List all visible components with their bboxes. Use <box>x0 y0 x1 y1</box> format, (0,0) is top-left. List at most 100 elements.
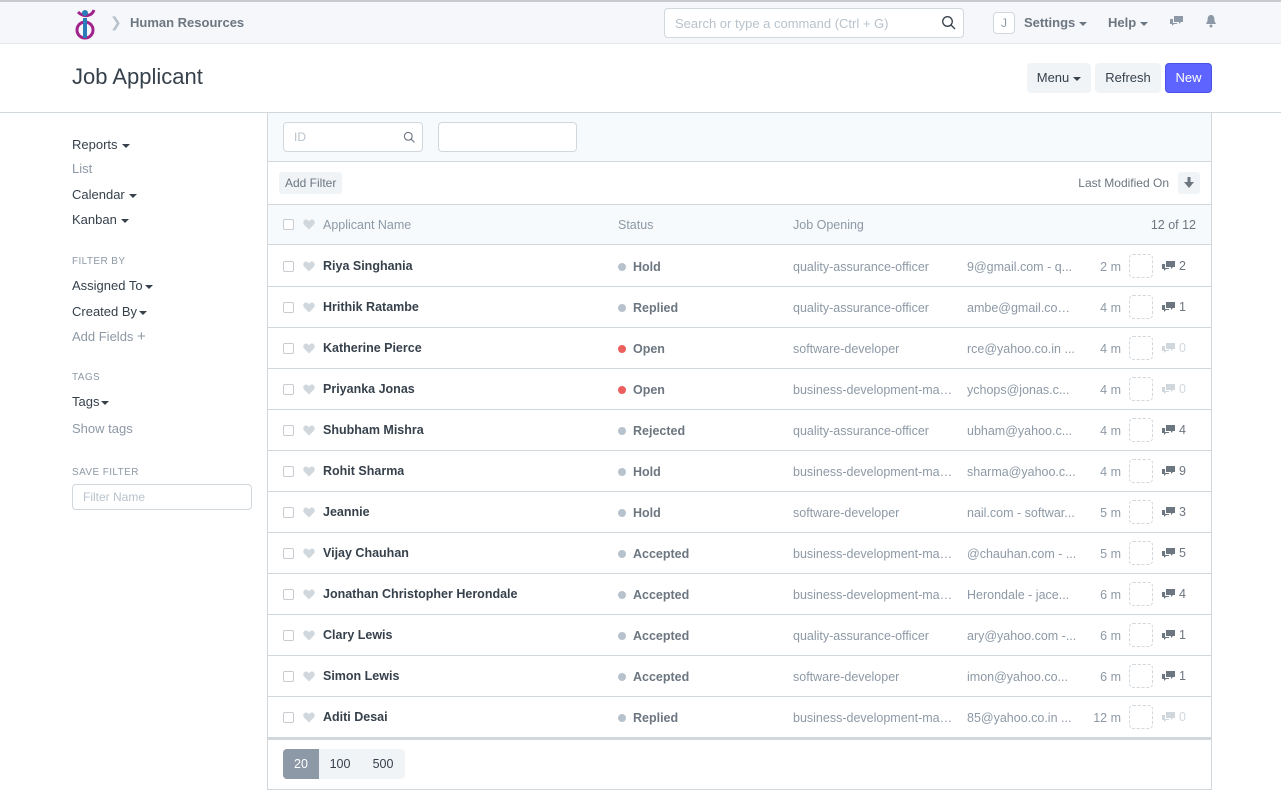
assign-avatar-placeholder[interactable] <box>1129 664 1153 688</box>
status-indicator[interactable]: Accepted <box>618 588 689 602</box>
status-indicator[interactable]: Replied <box>618 301 678 315</box>
status-indicator[interactable]: Hold <box>618 506 661 520</box>
list-row[interactable]: Priyanka Jonas Open business-development-m… <box>268 369 1211 410</box>
comment-count[interactable]: 3 <box>1161 505 1186 519</box>
list-row[interactable]: Jeannie Hold software-developer nail.com - … <box>268 492 1211 533</box>
applicant-name-link[interactable]: Shubham Mishra <box>323 423 424 437</box>
job-opening-link[interactable]: software-developer <box>793 670 955 684</box>
tags-dropdown[interactable]: Tags <box>72 394 110 409</box>
comment-count[interactable]: 4 <box>1161 587 1186 601</box>
sidebar-item-kanban[interactable]: Kanban <box>72 212 129 227</box>
refresh-button[interactable]: Refresh <box>1095 63 1161 93</box>
applicant-name-link[interactable]: Simon Lewis <box>323 669 399 683</box>
sort-order-button[interactable] <box>1178 172 1200 194</box>
created-by-filter[interactable]: Created By <box>72 304 148 319</box>
row-checkbox[interactable] <box>283 343 294 354</box>
comment-count[interactable]: 5 <box>1161 546 1186 560</box>
sidebar-item-list[interactable]: List <box>72 161 92 176</box>
list-row[interactable]: Aditi Desai Replied business-development-m… <box>268 697 1211 738</box>
applicant-name-link[interactable]: Aditi Desai <box>323 710 388 724</box>
row-checkbox[interactable] <box>283 425 294 436</box>
row-checkbox[interactable] <box>283 712 294 723</box>
assign-avatar-placeholder[interactable] <box>1129 377 1153 401</box>
heart-icon[interactable] <box>303 261 315 272</box>
settings-dropdown[interactable]: Settings <box>1024 15 1088 30</box>
list-row[interactable]: Hrithik Ratambe Replied quality-assurance-… <box>268 287 1211 328</box>
status-indicator[interactable]: Accepted <box>618 547 689 561</box>
app-logo[interactable] <box>72 6 98 40</box>
job-opening-link[interactable]: quality-assurance-officer <box>793 629 955 643</box>
notification-bell-icon[interactable] <box>1205 14 1217 28</box>
status-indicator[interactable]: Replied <box>618 711 678 725</box>
applicant-name-link[interactable]: Clary Lewis <box>323 628 392 642</box>
comment-count[interactable]: 0 <box>1161 341 1186 355</box>
user-avatar[interactable]: J <box>993 12 1015 34</box>
job-opening-link[interactable]: business-development-ma… <box>793 465 955 479</box>
row-checkbox[interactable] <box>283 302 294 313</box>
add-fields-button[interactable]: Add Fields + <box>72 328 146 345</box>
heart-icon[interactable] <box>303 589 315 600</box>
comment-count[interactable]: 9 <box>1161 464 1186 478</box>
row-checkbox[interactable] <box>283 384 294 395</box>
chat-icon[interactable] <box>1169 14 1184 28</box>
row-checkbox[interactable] <box>283 466 294 477</box>
select-all-checkbox[interactable] <box>283 219 294 230</box>
heart-icon[interactable] <box>303 712 315 723</box>
applicant-name-link[interactable]: Katherine Pierce <box>323 341 422 355</box>
list-row[interactable]: Clary Lewis Accepted quality-assurance-off… <box>268 615 1211 656</box>
job-opening-link[interactable]: quality-assurance-officer <box>793 301 955 315</box>
heart-icon[interactable] <box>303 466 315 477</box>
row-checkbox[interactable] <box>283 507 294 518</box>
list-row[interactable]: Jonathan Christopher Herondale Accepted bu… <box>268 574 1211 615</box>
applicant-name-link[interactable]: Jeannie <box>323 505 370 519</box>
page-length-100[interactable]: 100 <box>319 749 361 779</box>
assign-avatar-placeholder[interactable] <box>1129 500 1153 524</box>
status-indicator[interactable]: Accepted <box>618 670 689 684</box>
list-row[interactable]: Rohit Sharma Hold business-development-ma…… <box>268 451 1211 492</box>
heart-icon[interactable] <box>303 425 315 436</box>
list-row[interactable]: Shubham Mishra Rejected quality-assurance-… <box>268 410 1211 451</box>
applicant-name-link[interactable]: Vijay Chauhan <box>323 546 409 560</box>
heart-icon[interactable] <box>303 630 315 641</box>
row-checkbox[interactable] <box>283 671 294 682</box>
heart-icon[interactable] <box>303 548 315 559</box>
row-checkbox[interactable] <box>283 261 294 272</box>
show-tags-link[interactable]: Show tags <box>72 421 133 436</box>
heart-icon[interactable] <box>303 343 315 354</box>
row-checkbox[interactable] <box>283 630 294 641</box>
job-opening-link[interactable]: software-developer <box>793 506 955 520</box>
assign-avatar-placeholder[interactable] <box>1129 623 1153 647</box>
status-indicator[interactable]: Hold <box>618 465 661 479</box>
list-row[interactable]: Katherine Pierce Open software-developer rc… <box>268 328 1211 369</box>
secondary-filter-input[interactable] <box>439 123 576 151</box>
list-row[interactable]: Riya Singhania Hold quality-assurance-offi… <box>268 246 1211 287</box>
id-filter[interactable] <box>283 122 423 152</box>
assign-avatar-placeholder[interactable] <box>1129 254 1153 278</box>
add-filter-button[interactable]: Add Filter <box>279 172 343 194</box>
status-indicator[interactable]: Hold <box>618 260 661 274</box>
new-button[interactable]: New <box>1165 63 1212 93</box>
help-dropdown[interactable]: Help <box>1108 15 1149 30</box>
assign-avatar-placeholder[interactable] <box>1129 295 1153 319</box>
list-row[interactable]: Simon Lewis Accepted software-developer imo… <box>268 656 1211 697</box>
status-indicator[interactable]: Open <box>618 383 665 397</box>
heart-icon[interactable] <box>303 671 315 682</box>
comment-count[interactable]: 2 <box>1161 259 1186 273</box>
status-indicator[interactable]: Open <box>618 342 665 356</box>
breadcrumb-human-resources[interactable]: Human Resources <box>130 15 244 30</box>
menu-button[interactable]: Menu <box>1027 63 1091 93</box>
comment-count[interactable]: 1 <box>1161 300 1186 314</box>
secondary-filter[interactable] <box>438 122 577 152</box>
comment-count[interactable]: 1 <box>1161 669 1186 683</box>
heart-icon[interactable] <box>303 219 315 230</box>
status-indicator[interactable]: Accepted <box>618 629 689 643</box>
job-opening-link[interactable]: quality-assurance-officer <box>793 424 955 438</box>
list-row[interactable]: Vijay Chauhan Accepted business-developmen… <box>268 533 1211 574</box>
comment-count[interactable]: 1 <box>1161 628 1186 642</box>
global-search[interactable] <box>664 8 964 38</box>
row-checkbox[interactable] <box>283 589 294 600</box>
job-opening-link[interactable]: business-development-ma… <box>793 711 955 725</box>
assigned-to-filter[interactable]: Assigned To <box>72 278 153 293</box>
comment-count[interactable]: 0 <box>1161 382 1186 396</box>
comment-count[interactable]: 0 <box>1161 710 1186 724</box>
